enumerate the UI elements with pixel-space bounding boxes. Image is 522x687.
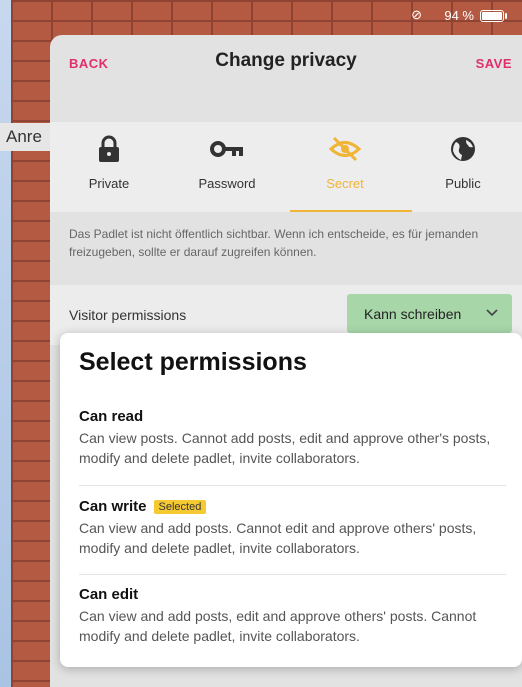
privacy-description: Das Padlet ist nicht öffentlich sichtbar… — [69, 227, 479, 259]
divider — [79, 485, 506, 486]
permission-option-name: Can read — [79, 408, 144, 425]
permission-option-can-edit[interactable]: Can edit Can view and add posts, edit an… — [79, 586, 506, 646]
privacy-option-label: Private — [88, 176, 130, 191]
eye-off-icon — [286, 132, 404, 166]
globe-icon — [404, 132, 522, 166]
header: BACK Change privacy SAVE — [50, 35, 522, 91]
chevron-down-icon — [486, 304, 498, 320]
permission-option-description: Can view and add posts. Cannot edit and … — [79, 520, 477, 556]
privacy-option-password[interactable]: Password — [168, 122, 286, 212]
permissions-popup: Select permissions Can read Can view pos… — [60, 333, 522, 667]
divider — [79, 574, 506, 575]
permission-option-can-read[interactable]: Can read Can view posts. Cannot add post… — [79, 408, 506, 468]
privacy-option-label: Secret — [326, 176, 364, 191]
privacy-options: Private Password Secret Public — [50, 122, 522, 212]
battery-icon — [480, 10, 507, 22]
permissions-dropdown[interactable]: Kann schreiben — [347, 294, 512, 333]
privacy-option-label: Password — [198, 176, 256, 191]
permission-option-description: Can view and add posts, edit and approve… — [79, 608, 477, 644]
key-icon — [168, 132, 286, 166]
selected-indicator — [290, 210, 412, 212]
privacy-option-secret[interactable]: Secret — [286, 122, 404, 212]
background-strip — [0, 0, 11, 687]
page-title: Change privacy — [215, 50, 357, 71]
permission-option-name: Can write — [79, 498, 147, 515]
permissions-value: Kann schreiben — [364, 306, 462, 322]
battery-percent: 94 % — [444, 8, 474, 23]
visitor-permissions-label: Visitor permissions — [69, 307, 187, 323]
link-icon: ⊘ — [411, 7, 422, 22]
lock-icon — [50, 132, 168, 166]
privacy-option-label: Public — [445, 176, 481, 191]
privacy-option-private[interactable]: Private — [50, 122, 168, 212]
popup-title: Select permissions — [79, 348, 307, 376]
save-button[interactable]: SAVE — [476, 56, 512, 71]
permission-option-name: Can edit — [79, 586, 139, 603]
permission-option-can-write[interactable]: Can write Selected Can view and add post… — [79, 498, 506, 558]
privacy-option-public[interactable]: Public — [404, 122, 522, 212]
selected-badge: Selected — [153, 499, 207, 514]
status-bar: ⊘ 94 % — [322, 0, 522, 28]
permission-option-description: Can view posts. Cannot add posts, edit a… — [79, 430, 491, 466]
